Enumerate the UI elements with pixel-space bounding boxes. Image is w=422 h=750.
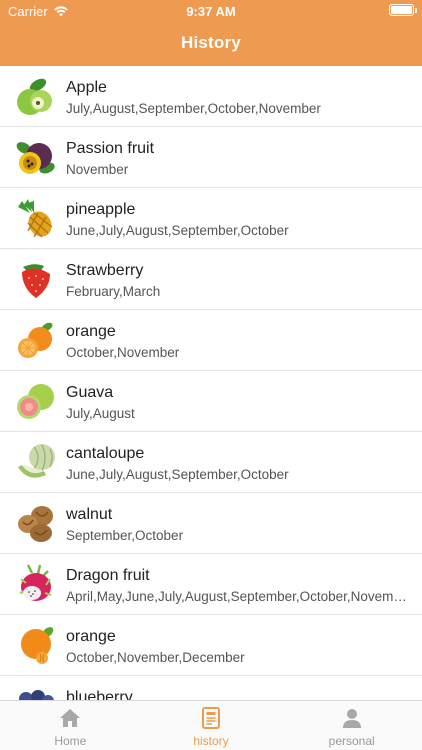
fruit-months: April,May,June,July,August,September,Oct… [66, 589, 408, 604]
list-item[interactable]: pineapple June,July,August,September,Oct… [0, 188, 422, 249]
battery-icon [389, 4, 417, 16]
tab-history-label: history [193, 734, 229, 748]
list-item[interactable]: Dragon fruit April,May,June,July,August,… [0, 554, 422, 615]
fruit-name: pineapple [66, 201, 136, 218]
list-item[interactable]: orange October,November [0, 310, 422, 371]
fruit-months: October,November,December [66, 650, 245, 665]
fruit-name: walnut [66, 506, 113, 523]
fruit-months: October,November [66, 345, 180, 360]
fruit-name: Dragon fruit [66, 567, 150, 584]
fruit-name: Apple [66, 79, 107, 96]
person-icon [342, 709, 361, 728]
list-item[interactable]: Apple July,August,September,October,Nove… [0, 66, 422, 127]
list-item[interactable]: walnut September,October [0, 493, 422, 554]
pineapple-icon [18, 199, 53, 238]
fruit-name: orange [66, 628, 116, 645]
fruit-months: July,August [66, 406, 135, 421]
orange-icon [18, 322, 53, 358]
orange-icon [21, 627, 54, 664]
navigation-bar: Carrier 9:37 AM History [0, 0, 422, 66]
fruit-name: Guava [66, 384, 114, 401]
list-item[interactable]: cantaloupe June,July,August,September,Oc… [0, 432, 422, 493]
fruit-months: February,March [66, 284, 161, 299]
tab-bar: Home history personal [0, 700, 422, 750]
tab-personal[interactable]: personal [281, 701, 422, 750]
blueberry-icon [19, 690, 54, 700]
fruit-months: September,October [66, 528, 184, 543]
list-item[interactable]: orange October,November,December [0, 615, 422, 676]
fruit-name: blueberry [66, 689, 133, 700]
strawberry-icon [22, 264, 50, 298]
fruit-name: cantaloupe [66, 445, 145, 462]
list-item[interactable]: Strawberry February,March [0, 249, 422, 310]
page-title: History [181, 33, 241, 52]
guava-icon [17, 384, 54, 419]
fruit-months: November [66, 162, 129, 177]
history-icon [202, 707, 220, 729]
home-icon [60, 709, 81, 727]
fruit-months: July,August,September,October,November [66, 101, 321, 116]
fruit-history-list[interactable]: Apple July,August,September,October,Nove… [0, 66, 422, 700]
tab-home-label: Home [54, 734, 87, 748]
list-item[interactable]: Passion fruit November [0, 127, 422, 188]
fruit-name: Strawberry [66, 262, 144, 279]
fruit-months: June,July,August,September,October [66, 467, 289, 482]
fruit-months: June,July,August,September,October [66, 223, 289, 238]
dragon-fruit-icon [19, 564, 52, 601]
tab-home[interactable]: Home [0, 701, 141, 750]
fruit-name: orange [66, 323, 116, 340]
list-item[interactable]: blueberry [0, 676, 422, 700]
status-bar: Carrier 9:37 AM [0, 0, 422, 22]
list-item[interactable]: Guava July,August [0, 371, 422, 432]
passion-fruit-icon [16, 142, 55, 174]
cantaloupe-icon [18, 444, 55, 478]
tab-personal-label: personal [328, 734, 375, 748]
status-time: 9:37 AM [186, 4, 236, 19]
walnut-icon [18, 506, 53, 542]
fruit-name: Passion fruit [66, 140, 155, 157]
apple-icon [17, 78, 52, 115]
tab-history[interactable]: history [141, 701, 282, 750]
